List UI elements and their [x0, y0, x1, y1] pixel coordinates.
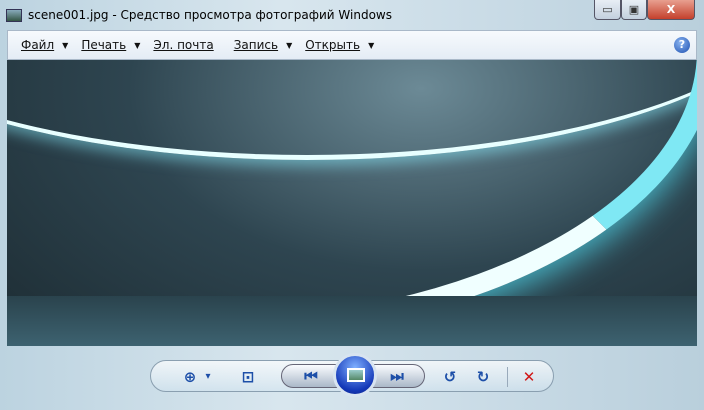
- chevron-down-icon[interactable]: ▾: [197, 368, 219, 386]
- previous-icon: ⏮: [304, 367, 318, 385]
- menu-file[interactable]: Файл ▼: [21, 38, 68, 52]
- navigation-toolbar: ⊕ ▾ ⊡ ⏮ ⏭ ↺ ↻ ✕: [150, 353, 554, 397]
- rotate-left-icon[interactable]: ↺: [439, 368, 461, 386]
- menu-burn[interactable]: Запись ▼: [234, 38, 293, 52]
- menu-label: Открыть: [305, 38, 361, 52]
- chevron-down-icon: ▼: [286, 40, 293, 50]
- close-button[interactable]: X: [647, 0, 695, 20]
- fit-window-icon[interactable]: ⊡: [237, 368, 259, 386]
- menu-open[interactable]: Открыть ▼: [305, 38, 374, 52]
- menu-label: Печать: [81, 38, 127, 52]
- app-icon: [6, 8, 22, 22]
- menu-label: Файл: [21, 38, 55, 52]
- menu-email[interactable]: Эл. почта: [153, 38, 213, 52]
- chevron-down-icon: ▼: [134, 40, 141, 50]
- help-icon[interactable]: ?: [674, 37, 690, 53]
- delete-icon[interactable]: ✕: [518, 368, 540, 386]
- maximize-button[interactable]: ▣: [621, 0, 647, 20]
- slideshow-button[interactable]: [333, 353, 377, 397]
- menu-bar: Файл ▼ Печать ▼ Эл. почта Запись ▼ Открыть ▼…: [7, 30, 697, 60]
- slideshow-icon: [347, 368, 365, 382]
- chevron-down-icon: ▼: [368, 40, 375, 50]
- next-icon: ⏭: [390, 367, 404, 385]
- photo-view: [7, 60, 697, 346]
- photo-floor: [7, 296, 697, 346]
- chevron-down-icon: ▼: [62, 40, 69, 50]
- rotate-right-icon[interactable]: ↻: [472, 368, 494, 386]
- menu-print[interactable]: Печать ▼: [81, 38, 140, 52]
- divider: [507, 367, 508, 387]
- menu-label: Запись: [233, 38, 279, 52]
- window-title: scene001.jpg - Средство просмотра фотогр…: [28, 8, 392, 22]
- minimize-button[interactable]: ▭: [594, 0, 621, 20]
- menu-label: Эл. почта: [153, 38, 214, 52]
